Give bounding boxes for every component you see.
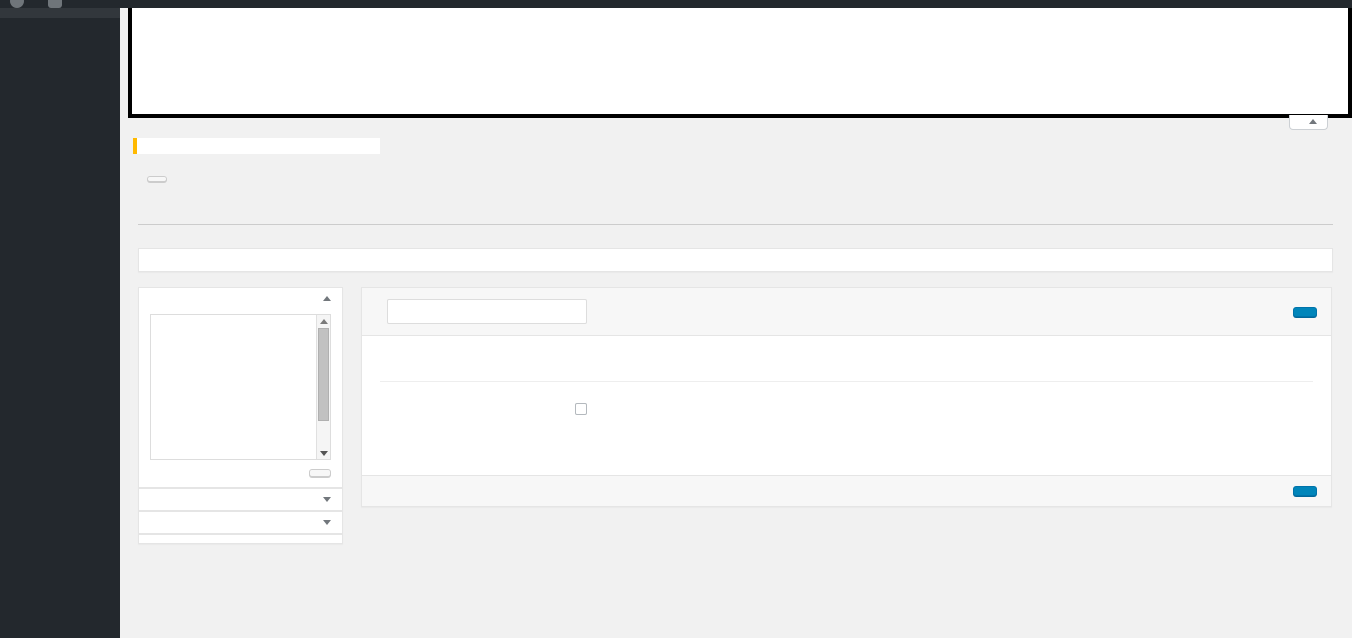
pages-accordion xyxy=(138,287,343,488)
main-content xyxy=(120,138,1352,638)
scrollbar-thumb[interactable] xyxy=(318,328,329,421)
screen-options-tab[interactable] xyxy=(1289,115,1328,130)
display-location-row xyxy=(380,431,1313,432)
menu-name-input[interactable] xyxy=(387,299,587,324)
admin-sidebar xyxy=(0,0,120,638)
auto-add-pages-row xyxy=(380,400,1313,417)
admin-bar xyxy=(0,0,1352,8)
custom-links-accordion xyxy=(138,511,343,534)
auto-add-pages-label xyxy=(380,400,575,401)
menu-settings-rows xyxy=(380,400,1313,432)
menu-name-bar xyxy=(362,288,1331,336)
screen-options-panel xyxy=(128,0,1352,118)
menus-columns xyxy=(138,287,1332,544)
admin-bar-site-icon[interactable] xyxy=(48,0,62,8)
menu-edit-box xyxy=(361,287,1332,507)
chevron-up-icon xyxy=(1309,119,1317,124)
screen-meta-wrap xyxy=(128,0,1352,142)
posts-accordion-header[interactable] xyxy=(139,489,342,510)
save-menu-button-top[interactable] xyxy=(1293,306,1317,317)
custom-links-accordion-header[interactable] xyxy=(139,512,342,533)
menu-footer xyxy=(362,475,1331,506)
save-menu-button-bottom[interactable] xyxy=(1293,486,1317,496)
pages-accordion-footer xyxy=(150,460,331,477)
display-location-label xyxy=(380,431,575,432)
edit-menu-info-box xyxy=(138,248,1333,272)
chevron-up-icon xyxy=(323,296,331,301)
pages-checkbox-list xyxy=(151,315,330,323)
pages-list-container xyxy=(150,315,331,460)
appearance-submenu xyxy=(0,8,120,18)
nav-tab-bar xyxy=(138,196,1333,225)
menu-editor-column xyxy=(361,287,1332,544)
pages-accordion-body xyxy=(139,309,342,487)
admin-bar-logo-icon[interactable] xyxy=(10,0,24,8)
page-title-row xyxy=(138,176,1332,182)
chevron-down-icon xyxy=(323,497,331,502)
pages-accordion-header[interactable] xyxy=(139,288,342,309)
auto-add-pages-option[interactable] xyxy=(575,400,1313,417)
auto-add-pages-checkbox[interactable] xyxy=(575,402,587,415)
section-divider xyxy=(380,381,1313,382)
add-to-menu-button[interactable] xyxy=(309,469,331,477)
chevron-down-icon xyxy=(323,520,331,525)
scroll-up-icon[interactable] xyxy=(317,315,331,328)
add-menu-items-column xyxy=(138,287,343,544)
manage-with-live-preview-button[interactable] xyxy=(147,176,167,182)
pages-list-scrollbar[interactable] xyxy=(316,315,331,459)
scroll-down-icon[interactable] xyxy=(317,447,331,459)
posts-accordion xyxy=(138,488,343,511)
menu-body xyxy=(362,336,1331,475)
categories-accordion-partial[interactable] xyxy=(138,534,343,544)
